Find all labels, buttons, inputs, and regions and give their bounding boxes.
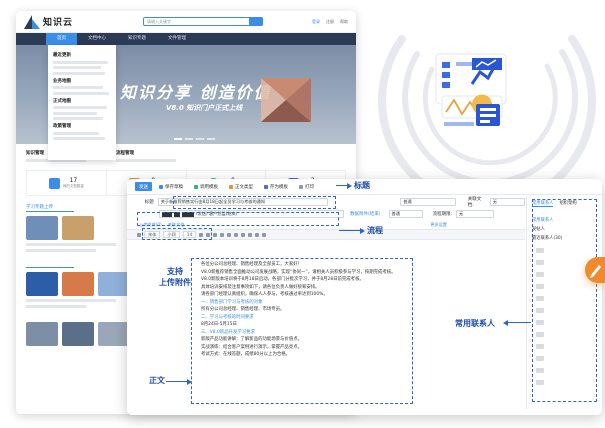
portal-search-input[interactable]: 请输入关键字 <box>143 17 264 26</box>
underline-icon[interactable] <box>213 232 218 237</box>
align-left-icon[interactable] <box>227 232 232 237</box>
contacts-arrow <box>503 319 531 326</box>
deadline-select[interactable]: 无 <box>456 210 495 218</box>
dropdown-group-title[interactable]: 最近更新 <box>53 52 111 58</box>
body-annotation: 正文 <box>149 376 165 385</box>
more-settings-link[interactable]: 更多设置 <box>430 222 447 228</box>
logo-mark-icon <box>24 14 40 29</box>
align-center-icon[interactable] <box>234 232 239 237</box>
banner-graphic-icon <box>261 78 311 122</box>
save-draft-button[interactable]: 保存草稿 <box>155 182 187 191</box>
doc-icon <box>48 177 60 189</box>
save-template-button[interactable]: 存为模板 <box>260 182 292 191</box>
save-icon <box>159 184 163 189</box>
dropdown-group-title[interactable]: 正式地图 <box>53 98 111 104</box>
title-highlight-box <box>173 196 336 209</box>
print-button[interactable]: 打印 <box>295 182 318 191</box>
format-icon[interactable] <box>137 232 141 237</box>
top-link-login[interactable]: 登录 <box>312 19 320 25</box>
thumbnail[interactable] <box>62 322 94 346</box>
nav-home[interactable]: 首页 <box>46 33 77 45</box>
stat-card[interactable]: 17 我的文档数量 <box>27 171 107 195</box>
nav-docs[interactable]: 文档中心 <box>77 33 117 45</box>
upload-annotation: 支持 上传附件 <box>159 267 191 287</box>
search-button[interactable] <box>249 17 264 26</box>
title-arrow <box>336 182 352 189</box>
title-annotation: 标题 <box>354 181 370 190</box>
send-label: 发送 <box>139 184 148 190</box>
save-template-icon <box>264 184 268 189</box>
thumbnail[interactable] <box>62 272 94 296</box>
top-links: 登录 注册 帮助 <box>312 19 348 25</box>
contacts-highlight-box <box>532 199 597 402</box>
thumbnail[interactable] <box>62 216 94 240</box>
thumbnail[interactable] <box>26 322 58 346</box>
stat-value: 17 <box>69 177 78 184</box>
flow-highlight-box <box>137 212 339 226</box>
card-header[interactable]: 学习专题上传 <box>26 204 74 212</box>
print-label: 打印 <box>305 184 314 190</box>
color-icon[interactable] <box>220 232 225 237</box>
edit-fab-button[interactable] <box>585 257 605 283</box>
upload-highlight-box <box>142 228 212 240</box>
flow-arrow <box>339 227 365 234</box>
send-button[interactable]: 发送 <box>135 182 152 191</box>
banner-headline: 知识分享 创造价值 <box>120 83 272 102</box>
dropdown-group-title[interactable]: 政策管理 <box>53 123 111 129</box>
dropdown-group-title[interactable]: 业务地图 <box>53 78 111 84</box>
table-icon[interactable] <box>262 232 267 237</box>
link-icon[interactable] <box>248 232 253 237</box>
nav-dropdown-menu: 最近更新 业务地图 正式地图 政策管理 <box>48 45 116 160</box>
banner-pager[interactable] <box>174 138 215 140</box>
save-draft-label: 保存草稿 <box>165 184 183 190</box>
pencil-icon <box>590 265 601 278</box>
stat-label: 我的文档数量 <box>62 184 84 188</box>
nav-files[interactable]: 文件管理 <box>157 33 197 45</box>
portal-logo[interactable]: 知识云 <box>24 14 74 29</box>
relate-doc-label: 关联文档: <box>467 197 482 208</box>
print-icon <box>299 184 303 189</box>
template-label: 调用模板 <box>200 184 218 190</box>
type-icon <box>229 184 233 189</box>
portal-nav: 首页 文档中心 知识专题 文件管理 <box>16 33 356 45</box>
priority-select[interactable]: 普通 <box>400 198 456 206</box>
nav-topics[interactable]: 知识专题 <box>117 33 157 45</box>
importance-select[interactable]: 普通 <box>388 210 423 218</box>
thumbnail[interactable] <box>98 322 130 346</box>
thumbnail[interactable] <box>98 272 130 296</box>
body-type-label: 正文类型 <box>235 184 253 190</box>
top-link-register[interactable]: 注册 <box>326 19 334 25</box>
template-button[interactable]: 调用模板 <box>190 182 222 191</box>
search-placeholder: 请输入关键字 <box>147 19 172 24</box>
contacts-annotation: 常用联系人 <box>455 319 495 328</box>
flow-tail[interactable]: 数据附件(结束) <box>350 211 381 217</box>
deadline-label: 流程期限: <box>432 212 453 217</box>
relate-doc-select[interactable]: 无 <box>489 198 525 206</box>
thumbnail[interactable] <box>26 216 58 240</box>
body-arrow <box>166 378 192 385</box>
top-link-help[interactable]: 帮助 <box>340 19 348 25</box>
list-icon[interactable] <box>241 232 246 237</box>
body-type-button[interactable]: 正文类型 <box>225 182 257 191</box>
banner-subline: V8.0 知识门户正式上线 <box>166 104 243 112</box>
save-template-label: 存为模板 <box>270 184 288 190</box>
card-header-2[interactable] <box>26 266 74 268</box>
image-icon[interactable] <box>255 232 260 237</box>
title-label: 标题 <box>144 200 154 205</box>
flow-annotation: 流程 <box>367 226 383 235</box>
logo-text: 知识云 <box>43 18 74 28</box>
body-highlight-box <box>191 258 413 404</box>
template-icon <box>194 184 198 189</box>
section-title: 流程管理 <box>116 151 134 156</box>
thumbnail[interactable] <box>26 272 58 296</box>
portal-header: 知识云 请输入关键字 登录 注册 帮助 <box>16 11 356 33</box>
